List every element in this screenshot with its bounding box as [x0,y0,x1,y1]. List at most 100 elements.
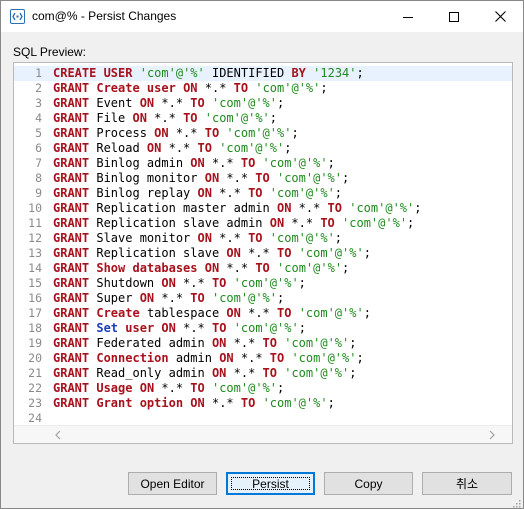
scroll-left-icon [55,430,61,440]
sql-keyword: TO [277,306,292,320]
code-line[interactable]: 17 GRANT Create tablespace ON *.* TO 'com… [14,306,512,321]
sql-keyword: GRANT [53,321,90,335]
code-line[interactable]: 4 GRANT File ON *.* TO 'com'@'%'; [14,111,512,126]
sql-keyword: GRANT [53,366,90,380]
code-line[interactable]: 1 CREATE USER 'com'@'%' IDENTIFIED BY '12… [14,66,512,81]
sql-preview-editor[interactable]: 1 CREATE USER 'com'@'%' IDENTIFIED BY '12… [13,62,513,444]
sql-keyword: GRANT [53,156,90,170]
sql-text: *.* [204,156,241,170]
sql-string: 'com'@'%' [284,366,350,380]
sql-keyword: ON [146,141,162,155]
sql-text: *.* [175,276,212,290]
code-line[interactable]: 16 GRANT Super ON *.* TO 'com'@'%'; [14,291,512,306]
code-line[interactable]: 22 GRANT Usage ON *.* TO 'com'@'%'; [14,381,512,396]
sql-keyword: GRANT [53,276,90,290]
code-line[interactable]: 7 GRANT Binlog admin ON *.* TO 'com'@'%'; [14,156,512,171]
code-line[interactable]: 10 GRANT Replication master admin ON *.* … [14,201,512,216]
sql-keyword: GRANT [53,201,90,215]
minimize-button[interactable] [385,1,431,32]
line-number: 11 [28,216,42,230]
sql-string: 'com'@'%' [269,231,335,245]
code-area[interactable]: 1 CREATE USER 'com'@'%' IDENTIFIED BY '12… [14,66,512,426]
code-text: GRANT Super ON *.* TO 'com'@'%'; [53,291,284,306]
code-line[interactable]: 20 GRANT Connection admin ON *.* TO 'com'… [14,351,512,366]
resize-grip-icon[interactable] [511,498,521,508]
sql-text: *.* [240,306,277,320]
sql-text: Super [89,291,140,305]
sql-text: ; [327,396,335,410]
code-line[interactable]: 14 GRANT Show databases ON *.* TO 'com'@'… [14,261,512,276]
code-text: GRANT Replication slave admin ON *.* TO … [53,216,414,231]
sql-keyword: GRANT [53,261,90,275]
line-number: 24 [28,411,42,425]
sql-keyword: ON [276,201,292,215]
sql-text: ; [363,306,371,320]
line-number: 12 [28,231,42,245]
sql-keyword: TO [255,171,270,185]
sql-keyword: user [125,321,155,335]
persist-button[interactable]: Persist [226,472,315,495]
code-line[interactable]: 5 GRANT Process ON *.* TO 'com'@'%'; [14,126,512,141]
sql-keyword: GRANT [53,351,90,365]
sql-keyword: ON [269,216,285,230]
sql-keyword: GRANT [53,291,90,305]
sql-keyword: ON [211,366,227,380]
code-line[interactable]: 12 GRANT Slave monitor ON *.* TO 'com'@'%… [14,231,512,246]
sql-keyword: TO [240,396,256,410]
horizontal-scrollbar[interactable] [14,425,512,443]
code-text: GRANT Replication master admin ON *.* TO… [53,201,422,216]
code-line[interactable]: 23 GRANT Grant option ON *.* TO 'com'@'%'… [14,396,512,411]
sql-keyword: GRANT [53,126,90,140]
code-line[interactable]: 13 GRANT Replication slave ON *.* TO 'com… [14,246,512,261]
code-line[interactable]: 24 [14,411,512,426]
sql-text: *.* [219,261,256,275]
code-text: GRANT Create user ON *.* TO 'com'@'%'; [53,81,328,96]
copy-button[interactable]: Copy [324,472,413,495]
window-title: com@% - Persist Changes [32,9,177,23]
code-line[interactable]: 21 GRANT Read_only admin ON *.* TO 'com'@… [14,366,512,381]
sql-text: *.* [219,171,256,185]
sql-string: 'com'@'%' [233,321,299,335]
code-line[interactable]: 6 GRANT Reload ON *.* TO 'com'@'%'; [14,141,512,156]
sql-text: *.* [291,201,328,215]
line-number: 2 [35,81,42,95]
line-number: 18 [28,321,42,335]
sql-keyword: TO [327,201,342,215]
line-number: 13 [28,246,42,260]
sql-keyword: TO [197,141,212,155]
code-line[interactable]: 2 GRANT Create user ON *.* TO 'com'@'%'; [14,81,512,96]
sql-keyword: GRANT [53,306,90,320]
code-line[interactable]: 8 GRANT Binlog monitor ON *.* TO 'com'@'%… [14,171,512,186]
code-line[interactable]: 15 GRANT Shutdown ON *.* TO 'com'@'%'; [14,276,512,291]
code-line[interactable]: 9 GRANT Binlog replay ON *.* TO 'com'@'%'… [14,186,512,201]
close-button[interactable] [477,1,523,32]
sql-text: ; [356,351,364,365]
open-editor-button[interactable]: Open Editor [128,472,217,495]
maximize-button[interactable] [431,1,477,32]
code-text: GRANT Usage ON *.* TO 'com'@'%'; [53,381,284,396]
code-text: GRANT Shutdown ON *.* TO 'com'@'%'; [53,276,306,291]
sql-text: Federated admin [89,336,212,350]
sql-text: Replication master admin [89,201,277,215]
title-bar[interactable]: com@% - Persist Changes [1,1,523,32]
sql-keyword: GRANT [53,81,90,95]
cancel-button[interactable]: 취소 [422,472,512,495]
sql-keyword: Show databases [96,261,198,275]
code-line[interactable]: 3 GRANT Event ON *.* TO 'com'@'%'; [14,96,512,111]
sql-string: 'com'@'%' [291,351,357,365]
code-text: GRANT Reload ON *.* TO 'com'@'%'; [53,141,291,156]
sql-text: ; [363,246,371,260]
code-line[interactable]: 11 GRANT Replication slave admin ON *.* T… [14,216,512,231]
code-line[interactable]: 19 GRANT Federated admin ON *.* TO 'com'@… [14,336,512,351]
code-line[interactable]: 18 GRANT Set user ON *.* TO 'com'@'%'; [14,321,512,336]
sql-text: *.* [284,216,321,230]
line-number: 6 [35,141,42,155]
sql-text: Reload [89,141,147,155]
sql-keyword: ON [197,231,212,245]
sql-text: *.* [161,141,198,155]
sql-text: *.* [240,246,277,260]
